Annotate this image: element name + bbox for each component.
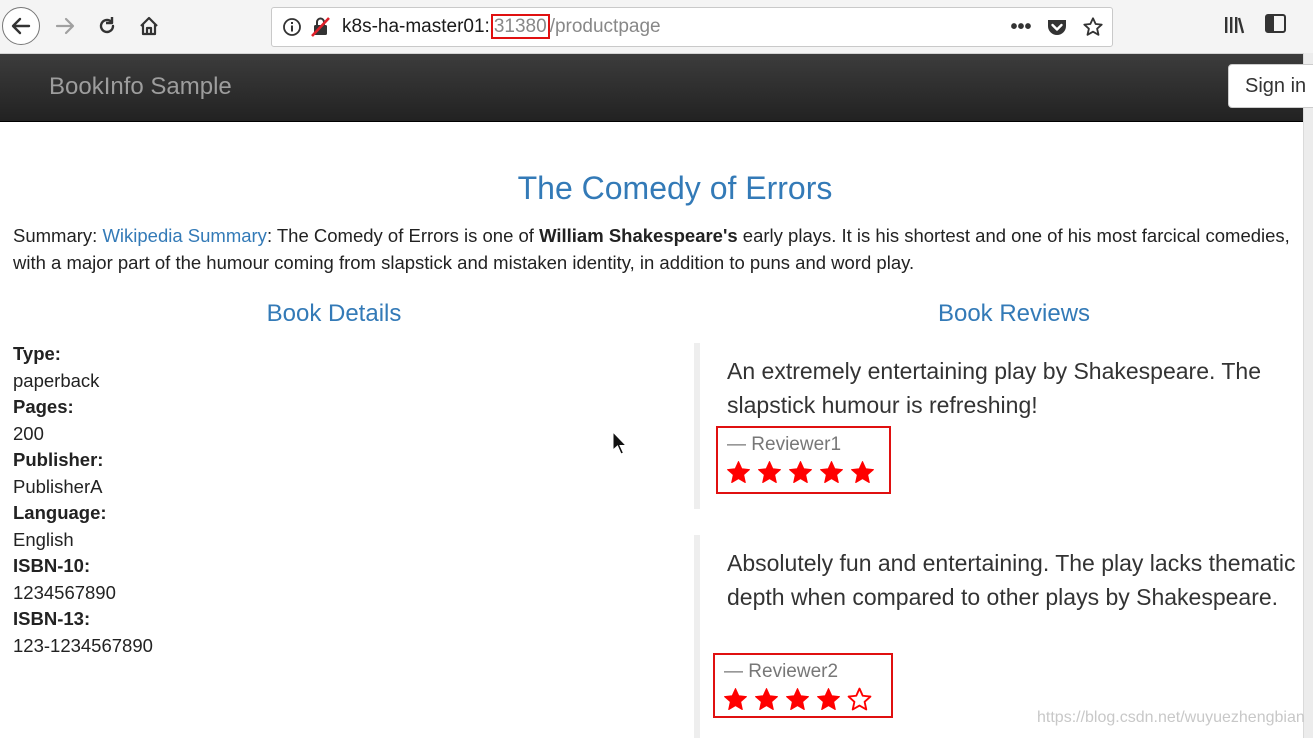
forward-button[interactable] — [48, 9, 82, 43]
detail-value-language: English — [13, 528, 74, 550]
reviewer-highlight-box: — Reviewer2 — [713, 653, 893, 718]
star-filled-icon — [727, 461, 750, 484]
review-card: An extremely entertaining play by Shakes… — [694, 343, 1309, 509]
wikipedia-summary-link[interactable]: Wikipedia Summary — [102, 225, 267, 246]
home-button[interactable] — [132, 9, 166, 43]
reviewer-name: — Reviewer1 — [727, 434, 842, 455]
back-button[interactable] — [2, 7, 40, 45]
url-bar[interactable]: k8s-ha-master01: 31380/productpage ••• — [271, 7, 1113, 47]
url-path: /productpage — [549, 16, 661, 37]
bookmark-star-icon[interactable] — [1080, 14, 1106, 40]
star-filled-icon — [820, 461, 843, 484]
library-icon[interactable] — [1222, 13, 1250, 39]
watermark: https://blog.csdn.net/wuyuezhengbian — [1037, 709, 1305, 726]
sidebar-toggle-icon[interactable] — [1264, 13, 1292, 39]
review-text: An extremely entertaining play by Shakes… — [727, 358, 1261, 418]
star-filled-icon — [789, 461, 812, 484]
reviewer-name: — Reviewer2 — [724, 661, 839, 682]
detail-value-type: paperback — [13, 369, 100, 391]
book-summary: Summary: Wikipedia Summary: The Comedy o… — [13, 222, 1313, 276]
site-info-icon[interactable] — [282, 17, 302, 42]
url-host: k8s-ha-master01: — [342, 16, 490, 37]
reviewer-highlight-box: — Reviewer1 — [716, 426, 891, 494]
detail-label-language: Language: — [13, 502, 107, 523]
url-text[interactable]: k8s-ha-master01: 31380/productpage — [342, 14, 661, 39]
star-filled-icon — [724, 688, 747, 711]
book-details-list: Type: paperback Pages: 200 Publisher: Pu… — [13, 341, 153, 659]
summary-text: : The Comedy of Errors is one of — [266, 225, 540, 246]
page-actions-more-icon[interactable]: ••• — [1008, 14, 1034, 40]
sign-in-button[interactable]: Sign in — [1228, 64, 1313, 108]
star-filled-icon — [755, 688, 778, 711]
detail-label-pages: Pages: — [13, 396, 74, 417]
detail-value-isbn10: 1234567890 — [13, 581, 116, 603]
star-filled-icon — [817, 688, 840, 711]
reload-icon — [99, 17, 115, 34]
home-icon — [140, 16, 158, 36]
mouse-cursor-icon — [612, 431, 628, 455]
star-filled-icon — [786, 688, 809, 711]
browser-toolbar: k8s-ha-master01: 31380/productpage ••• — [0, 0, 1313, 54]
forward-arrow-icon — [55, 17, 75, 35]
review-text: Absolutely fun and entertaining. The pla… — [727, 550, 1296, 610]
app-navbar: BookInfo Sample Sign in — [0, 54, 1313, 122]
reload-button[interactable] — [90, 9, 124, 43]
star-filled-icon — [758, 461, 781, 484]
star-rating — [726, 460, 875, 485]
book-reviews-heading: Book Reviews — [937, 300, 1091, 327]
book-details-heading: Book Details — [266, 300, 402, 327]
summary-line-2: with a major part of the humour coming f… — [13, 252, 915, 273]
summary-text-continued: early plays. It is his shortest and one … — [737, 225, 1290, 246]
detail-label-publisher: Publisher: — [13, 449, 104, 470]
page-title: The Comedy of Errors — [517, 170, 833, 206]
detail-label-type: Type: — [13, 343, 61, 364]
star-rating — [723, 687, 872, 712]
detail-value-isbn13: 123-1234567890 — [13, 634, 153, 656]
summary-line-1: Summary: Wikipedia Summary: The Comedy o… — [13, 222, 1313, 249]
summary-label: Summary: — [13, 225, 103, 246]
review-card: Absolutely fun and entertaining. The pla… — [694, 535, 1309, 738]
summary-bold-author: William Shakespeare's — [539, 225, 738, 246]
insecure-connection-icon[interactable] — [310, 17, 332, 42]
star-filled-icon — [851, 461, 874, 484]
detail-label-isbn10: ISBN-10: — [13, 555, 91, 576]
back-arrow-icon — [11, 17, 31, 35]
detail-label-isbn13: ISBN-13: — [13, 608, 91, 629]
brand-title[interactable]: BookInfo Sample — [49, 73, 232, 101]
star-empty-icon — [847, 687, 872, 711]
detail-value-pages: 200 — [13, 422, 44, 444]
detail-value-publisher: PublisherA — [13, 475, 103, 497]
url-port-highlighted: 31380 — [490, 14, 550, 39]
pocket-icon[interactable] — [1044, 14, 1070, 40]
